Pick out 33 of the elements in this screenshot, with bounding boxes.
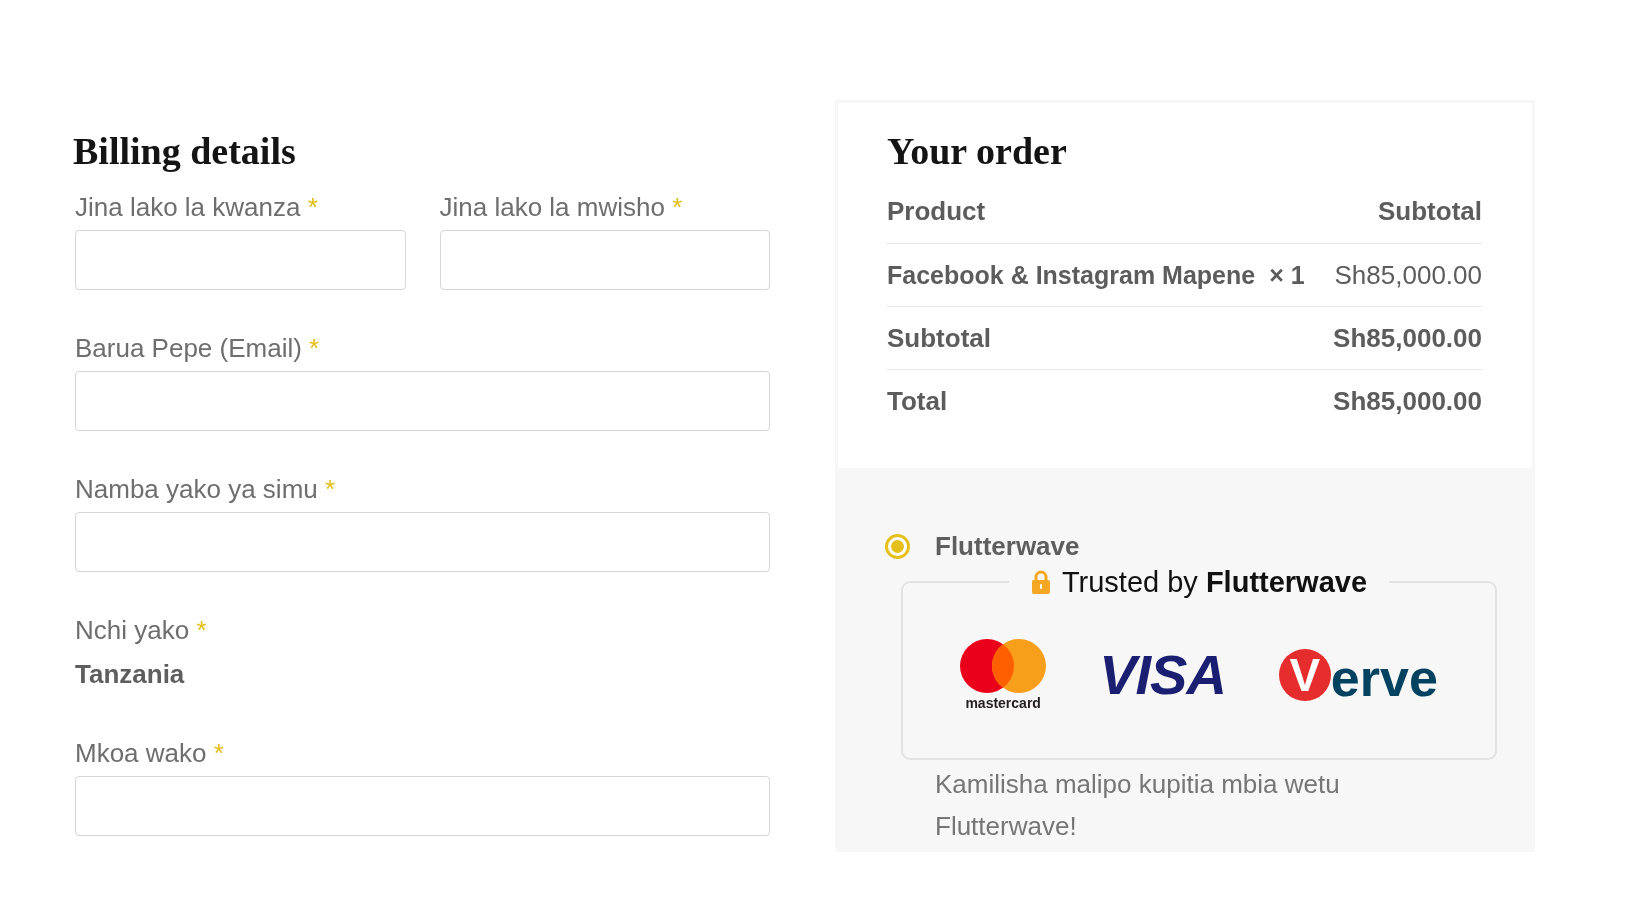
payment-description: Kamilisha malipo kupitia mbia wetu Flutterwave!	[935, 768, 1341, 843]
total-amount: Sh85,000.00	[1333, 323, 1482, 353]
lock-icon	[1030, 570, 1051, 594]
field-label: Jina lako la mwisho *	[439, 192, 683, 222]
total-label: Subtotal	[887, 323, 991, 353]
total-label: Total	[887, 386, 948, 416]
payment-method-label[interactable]: Flutterwave	[935, 531, 1080, 561]
line-amount: Sh85,000.00	[1334, 260, 1482, 290]
field-label: Nchi yako *	[75, 615, 207, 645]
radio-button[interactable]	[885, 533, 910, 559]
section-heading: Your order	[887, 129, 1067, 174]
input-field[interactable]	[75, 512, 770, 572]
input-field[interactable]	[439, 230, 770, 290]
input-field[interactable]	[75, 371, 770, 431]
trust-text: Trusted by Flutterwave	[1061, 565, 1368, 599]
field-label: Jina lako la kwanza *	[75, 192, 318, 222]
section-heading: Billing details	[73, 129, 296, 174]
field-label: Barua Pepe (Email) *	[75, 333, 320, 363]
column-header: Subtotal	[1378, 196, 1482, 226]
total-amount: Sh85,000.00	[1333, 386, 1482, 416]
column-header: Product	[887, 196, 986, 226]
input-field[interactable]	[75, 230, 406, 290]
product-quantity: × 1	[1269, 260, 1305, 290]
logo-wordmark: VISA	[1099, 645, 1226, 705]
logo-wordmark: erve	[1330, 648, 1438, 706]
field-value: Tanzania	[75, 659, 185, 689]
logo-wordmark: mastercard	[965, 695, 1041, 711]
overlapping-circles-icon	[960, 639, 1047, 693]
product-name: Facebook & Instagram Mapene	[887, 260, 1256, 290]
field-label: Mkoa wako *	[75, 738, 224, 768]
logo-letter-disc: V	[1278, 649, 1331, 701]
field-label: Namba yako ya simu *	[75, 474, 336, 504]
input-field[interactable]	[75, 776, 770, 836]
